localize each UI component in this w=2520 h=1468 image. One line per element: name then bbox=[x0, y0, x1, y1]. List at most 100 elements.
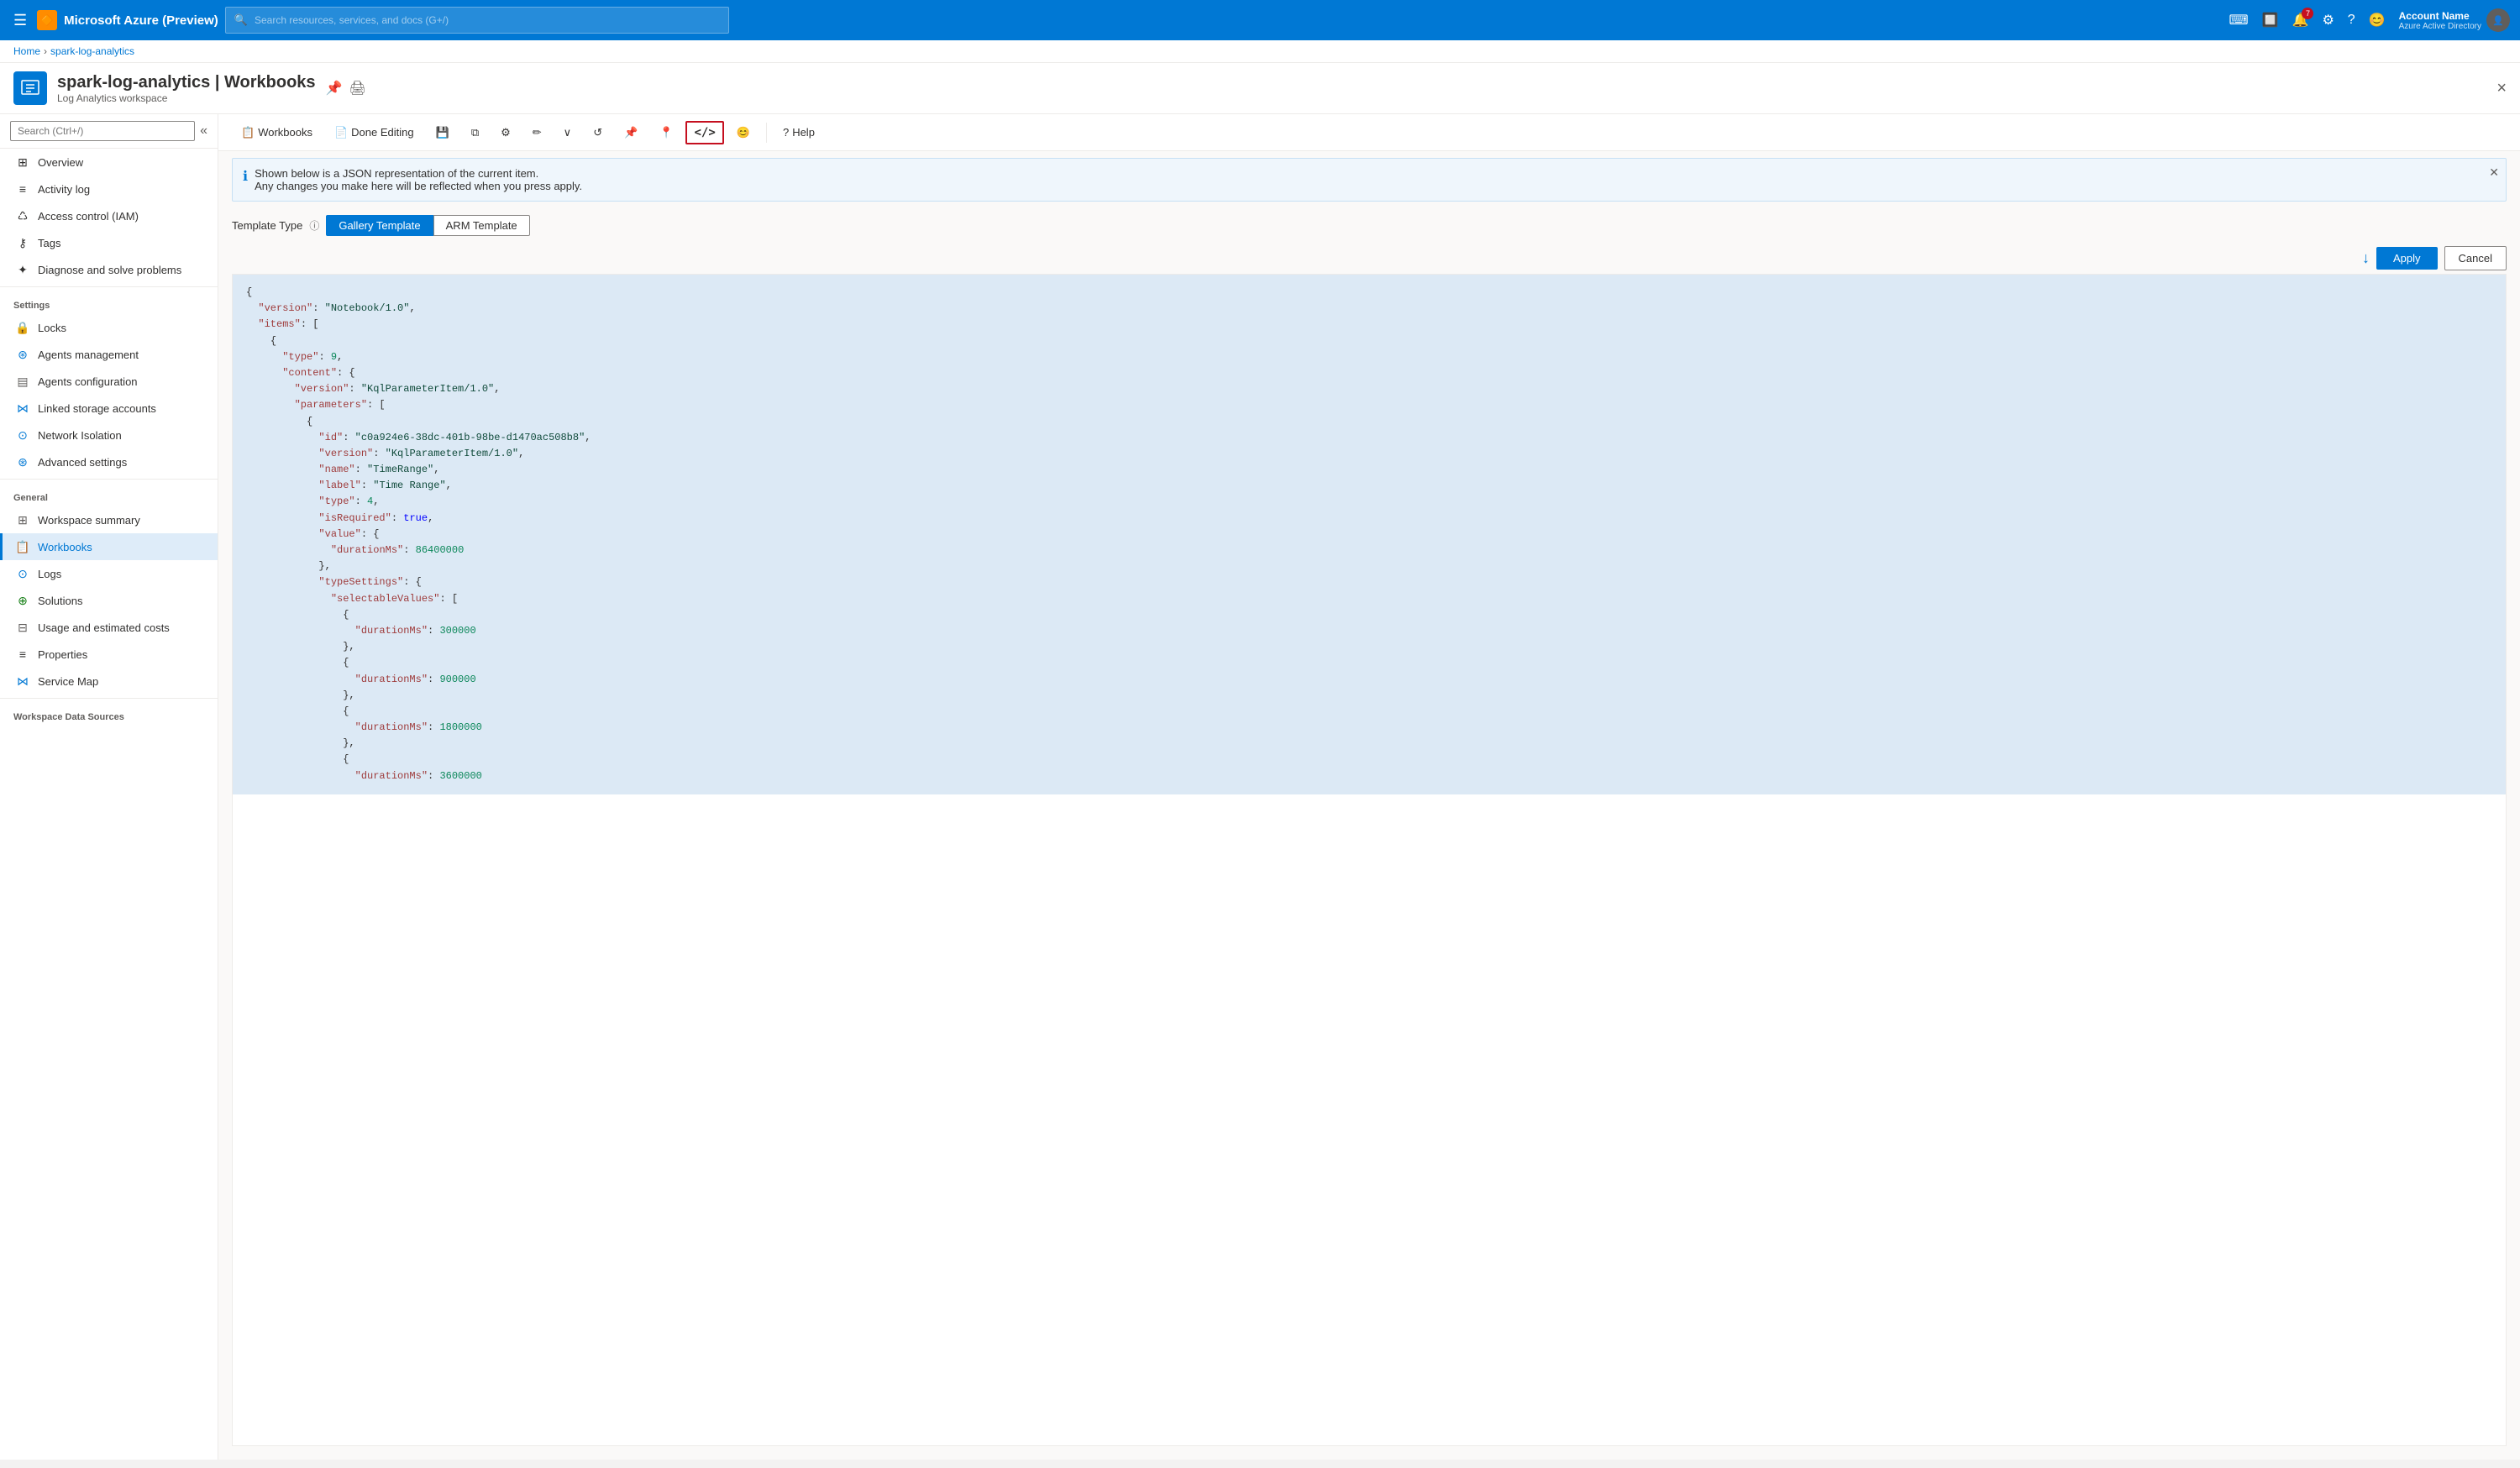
topbar: ☰ 🔶 Microsoft Azure (Preview) 🔍 Search r… bbox=[0, 0, 2520, 40]
sidebar-search-input[interactable] bbox=[10, 121, 195, 141]
json-info-line2: Any changes you make here will be reflec… bbox=[255, 180, 582, 192]
sidebar-item-overview[interactable]: ⊞ Overview bbox=[0, 149, 218, 176]
json-info-text: Shown below is a JSON representation of … bbox=[255, 167, 582, 192]
toolbar-pin2[interactable]: 📍 bbox=[650, 120, 682, 145]
toolbar-pin[interactable]: 📌 bbox=[615, 120, 647, 145]
sidebar-item-usage-costs[interactable]: ⊟ Usage and estimated costs bbox=[0, 614, 218, 641]
sidebar-item-agents-management[interactable]: ⊛ Agents management bbox=[0, 341, 218, 368]
notifications-icon[interactable]: 🔔 7 bbox=[2292, 12, 2309, 29]
sidebar-item-diagnose[interactable]: ✦ Diagnose and solve problems bbox=[0, 256, 218, 283]
account-menu[interactable]: Account Name Azure Active Directory 👤 bbox=[2399, 8, 2510, 32]
account-subscription: Azure Active Directory bbox=[2399, 22, 2481, 31]
toolbar-done-editing[interactable]: 📄 Done Editing bbox=[325, 120, 423, 145]
breadcrumb-resource[interactable]: spark-log-analytics bbox=[50, 45, 134, 57]
breadcrumb-home[interactable]: Home bbox=[13, 45, 40, 57]
sidebar-item-label: Agents configuration bbox=[38, 375, 138, 388]
toolbar-settings[interactable]: ⚙ bbox=[491, 120, 520, 145]
sidebar-item-solutions[interactable]: ⊕ Solutions bbox=[0, 587, 218, 614]
settings-icon[interactable]: ⚙ bbox=[2322, 12, 2334, 29]
sidebar-item-label: Solutions bbox=[38, 595, 82, 607]
toolbar-save-as[interactable]: 💾 bbox=[427, 120, 459, 145]
agents-config-icon: ▤ bbox=[16, 375, 29, 388]
topbar-right: ⌨ 🔲 🔔 7 ⚙ ? 😊 Account Name Azure Active … bbox=[2229, 8, 2510, 32]
access-control-icon: ♺ bbox=[16, 209, 29, 223]
sidebar-item-advanced-settings[interactable]: ⊛ Advanced settings bbox=[0, 448, 218, 475]
print-icon[interactable]: 🖨 bbox=[349, 80, 365, 97]
tags-icon: ⚷ bbox=[16, 236, 29, 249]
sidebar: « ⊞ Overview ≡ Activity log ♺ Access con… bbox=[0, 114, 218, 1460]
global-search[interactable]: 🔍 Search resources, services, and docs (… bbox=[225, 7, 729, 34]
toolbar-refresh[interactable]: ↺ bbox=[584, 120, 612, 145]
sidebar-section-general: General bbox=[0, 483, 218, 506]
toolbar-done-editing-label: Done Editing bbox=[351, 126, 413, 139]
toolbar-edit[interactable]: ✏ bbox=[523, 120, 551, 145]
toolbar-duplicate[interactable]: ⧉ bbox=[462, 120, 488, 145]
sidebar-section-settings: Settings bbox=[0, 291, 218, 314]
arm-template-btn[interactable]: ARM Template bbox=[433, 215, 530, 236]
toolbar-move-down[interactable]: ∨ bbox=[554, 120, 581, 145]
toolbar-emoji[interactable]: 😊 bbox=[727, 120, 759, 145]
json-code[interactable]: { "version": "Notebook/1.0", "items": [ … bbox=[233, 275, 2506, 794]
diagnose-icon: ✦ bbox=[16, 263, 29, 276]
sidebar-item-logs[interactable]: ⊙ Logs bbox=[0, 560, 218, 587]
json-actions-row: ↓ Apply Cancel bbox=[218, 243, 2520, 274]
resource-subtitle: Log Analytics workspace bbox=[57, 92, 316, 104]
sidebar-item-network-isolation[interactable]: ⊙ Network Isolation bbox=[0, 422, 218, 448]
gallery-template-btn[interactable]: Gallery Template bbox=[326, 215, 433, 236]
apply-button[interactable]: Apply bbox=[2376, 247, 2438, 270]
sidebar-item-label: Agents management bbox=[38, 349, 139, 361]
sidebar-item-properties[interactable]: ≡ Properties bbox=[0, 641, 218, 668]
logs-icon: ⊙ bbox=[16, 567, 29, 580]
resource-header: spark-log-analytics | Workbooks Log Anal… bbox=[0, 63, 2520, 114]
sidebar-item-access-control[interactable]: ♺ Access control (IAM) bbox=[0, 202, 218, 229]
sidebar-item-label: Network Isolation bbox=[38, 429, 122, 442]
sidebar-item-activity-log[interactable]: ≡ Activity log bbox=[0, 176, 218, 202]
account-name: Account Name bbox=[2399, 10, 2481, 22]
sidebar-item-service-map[interactable]: ⋈ Service Map bbox=[0, 668, 218, 695]
hamburger-icon[interactable]: ☰ bbox=[10, 8, 30, 33]
brand-icon: 🔶 bbox=[37, 10, 57, 30]
sidebar-item-label: Advanced settings bbox=[38, 456, 127, 469]
toolbar-code[interactable]: </> bbox=[685, 121, 723, 144]
sidebar-item-linked-storage[interactable]: ⋈ Linked storage accounts bbox=[0, 395, 218, 422]
sidebar-item-label: Service Map bbox=[38, 675, 98, 688]
sidebar-item-workbooks[interactable]: 📋 Workbooks bbox=[0, 533, 218, 560]
template-type-label: Template Type bbox=[232, 219, 302, 232]
info-close-button[interactable]: ✕ bbox=[2489, 165, 2499, 180]
overview-icon: ⊞ bbox=[16, 155, 29, 169]
code-icon: </> bbox=[694, 126, 715, 139]
resource-close-button[interactable]: × bbox=[2496, 79, 2507, 98]
toolbar-help[interactable]: ? Help bbox=[774, 120, 824, 144]
sidebar-item-label: Workbooks bbox=[38, 541, 92, 553]
help-icon[interactable]: ? bbox=[2348, 13, 2355, 28]
cloud-shell-icon[interactable]: ⌨ bbox=[2229, 12, 2249, 29]
toolbar-workbooks[interactable]: 📋 Workbooks bbox=[232, 120, 322, 145]
sidebar-item-label: Diagnose and solve problems bbox=[38, 264, 181, 276]
sidebar-item-locks[interactable]: 🔒 Locks bbox=[0, 314, 218, 341]
feedback-icon[interactable]: 😊 bbox=[2369, 12, 2386, 29]
sidebar-collapse-icon[interactable]: « bbox=[200, 123, 207, 139]
sidebar-divider-1 bbox=[0, 286, 218, 287]
download-icon[interactable]: ↓ bbox=[2362, 249, 2370, 267]
sidebar-item-label: Locks bbox=[38, 322, 66, 334]
sidebar-item-agents-configuration[interactable]: ▤ Agents configuration bbox=[0, 368, 218, 395]
properties-icon: ≡ bbox=[16, 647, 29, 661]
template-type-row: Template Type ⓘ Gallery Template ARM Tem… bbox=[218, 208, 2520, 243]
json-panel: ℹ Shown below is a JSON representation o… bbox=[218, 151, 2520, 1460]
sidebar-item-tags[interactable]: ⚷ Tags bbox=[0, 229, 218, 256]
sidebar-divider-3 bbox=[0, 698, 218, 699]
sidebar-item-label: Properties bbox=[38, 648, 87, 661]
move-down-icon: ∨ bbox=[564, 126, 572, 139]
workbooks-icon: 📋 bbox=[16, 540, 29, 553]
settings-toolbar-icon: ⚙ bbox=[501, 126, 511, 139]
sidebar-section-workspace-data: Workspace Data Sources bbox=[0, 702, 218, 726]
template-type-info-icon[interactable]: ⓘ bbox=[309, 218, 319, 233]
sidebar-item-label: Logs bbox=[38, 568, 61, 580]
directory-icon[interactable]: 🔲 bbox=[2262, 12, 2279, 29]
pin-icon[interactable]: 📌 bbox=[326, 80, 343, 97]
sidebar-item-workspace-summary[interactable]: ⊞ Workspace summary bbox=[0, 506, 218, 533]
agents-mgmt-icon: ⊛ bbox=[16, 348, 29, 361]
solutions-icon: ⊕ bbox=[16, 594, 29, 607]
json-code-container[interactable]: { "version": "Notebook/1.0", "items": [ … bbox=[232, 274, 2507, 1446]
cancel-button[interactable]: Cancel bbox=[2444, 246, 2507, 270]
